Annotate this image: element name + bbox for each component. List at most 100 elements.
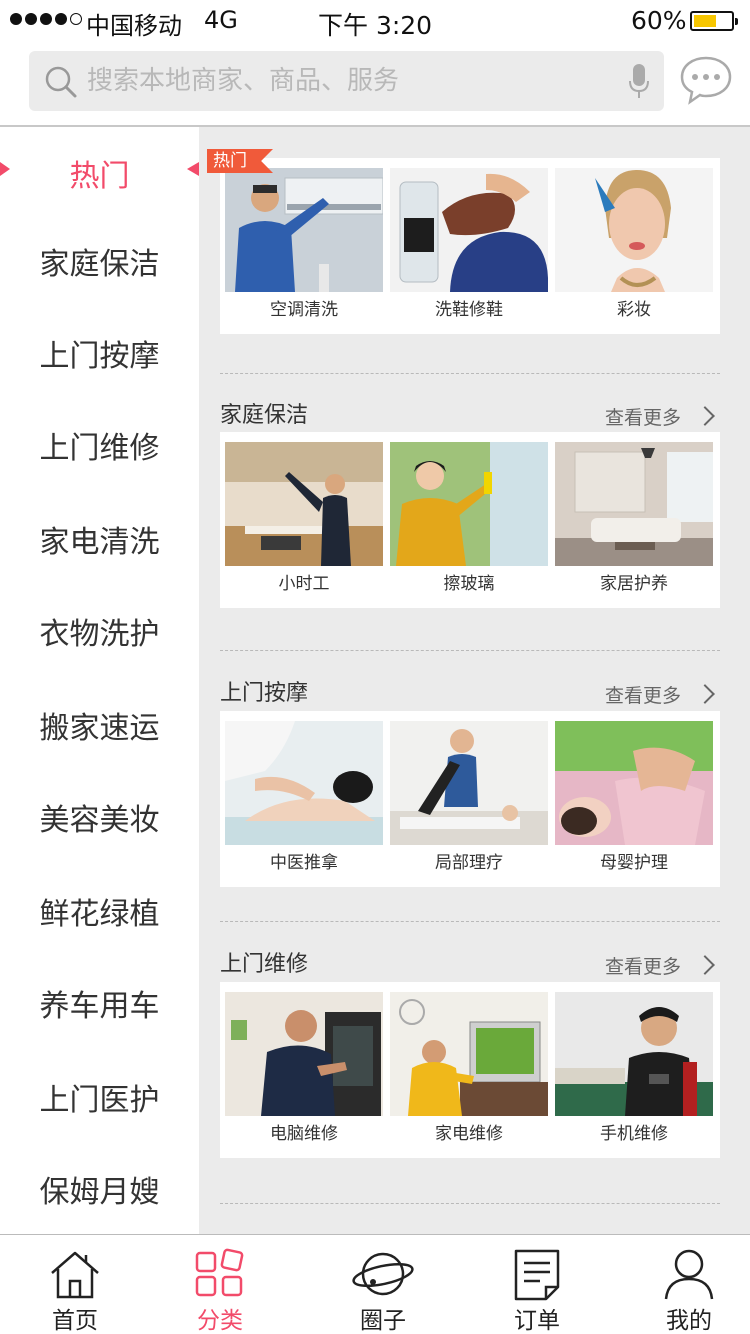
service-image — [555, 442, 713, 566]
sidebar-item-label: 上门医护 — [39, 1083, 160, 1118]
service-label: 彩妆 — [617, 300, 651, 320]
service-tile-hourly[interactable]: 小时工 — [225, 442, 383, 604]
sidebar-item-repair[interactable]: 上门维修 — [0, 399, 199, 491]
cleaning-card: 小时工 擦玻璃 家居护养 — [220, 432, 720, 608]
signal-strength-icon — [10, 13, 82, 25]
service-image — [555, 721, 713, 845]
section-divider — [220, 373, 720, 374]
service-label: 家电维修 — [435, 1124, 503, 1144]
sidebar-item-medical[interactable]: 上门医护 — [0, 1051, 199, 1143]
repair-card: 电脑维修 家电维修 手机维修 — [220, 982, 720, 1158]
search-box[interactable] — [29, 51, 664, 111]
sidebar-item-flowers[interactable]: 鲜花绿植 — [0, 865, 199, 957]
tab-label: 首页 — [52, 1308, 98, 1334]
service-tile-appliance-repair[interactable]: 家电维修 — [390, 992, 548, 1154]
planet-icon — [352, 1252, 414, 1296]
tab-orders[interactable]: 订单 — [462, 1235, 612, 1334]
section-title-cleaning: 家庭保洁 — [220, 403, 309, 428]
category-content: 空调清洗 洗鞋修鞋 彩妆 热门 家庭保洁 查看更多 小时工 擦玻璃 家居护养 上… — [199, 127, 750, 1234]
service-label: 空调清洗 — [270, 300, 338, 320]
sidebar-item-label: 搬家速运 — [39, 711, 160, 746]
sidebar-item-label: 热门 — [69, 159, 130, 194]
service-image — [555, 168, 713, 292]
hot-card: 空调清洗 洗鞋修鞋 彩妆 — [220, 158, 720, 334]
service-label: 手机维修 — [600, 1124, 668, 1144]
tab-home[interactable]: 首页 — [0, 1235, 150, 1334]
tab-circle[interactable]: 圈子 — [308, 1235, 458, 1334]
service-label: 局部理疗 — [435, 853, 503, 873]
service-label: 中医推拿 — [270, 853, 338, 873]
service-image — [390, 168, 548, 292]
tab-label: 圈子 — [360, 1308, 406, 1334]
service-image — [225, 168, 383, 292]
chat-bubble-icon[interactable] — [680, 54, 732, 106]
section-title-repair: 上门维修 — [220, 952, 309, 977]
sidebar-item-label: 衣物洗护 — [39, 617, 160, 652]
massage-card: 中医推拿 局部理疗 母婴护理 — [220, 711, 720, 887]
service-label: 小时工 — [278, 574, 330, 594]
category-sidebar: 热门 家庭保洁 上门按摩 上门维修 家电清洗 衣物洗护 搬家速运 美容美妆 鲜花… — [0, 127, 199, 1234]
service-tile-tcm-massage[interactable]: 中医推拿 — [225, 721, 383, 883]
selected-indicator-right — [187, 162, 199, 176]
service-image — [225, 442, 383, 566]
microphone-icon[interactable] — [628, 63, 650, 99]
section-title-massage: 上门按摩 — [220, 681, 309, 706]
service-tile-home-care[interactable]: 家居护养 — [555, 442, 713, 604]
sidebar-item-label: 上门按摩 — [39, 339, 160, 374]
sidebar-item-massage[interactable]: 上门按摩 — [0, 307, 199, 399]
service-tile-makeup[interactable]: 彩妆 — [555, 168, 713, 330]
status-bar: 中国移动 4G 下午 3:20 60% — [0, 0, 750, 40]
sidebar-item-label: 养车用车 — [39, 989, 160, 1024]
sidebar-item-cleaning[interactable]: 家庭保洁 — [0, 215, 199, 307]
chevron-right-icon[interactable] — [695, 955, 715, 975]
service-label: 洗鞋修鞋 — [435, 300, 503, 320]
service-image — [390, 992, 548, 1116]
sidebar-item-hot[interactable]: 热门 — [0, 127, 199, 219]
section-divider — [220, 1203, 720, 1204]
tab-mine[interactable]: 我的 — [614, 1235, 750, 1334]
sidebar-item-laundry[interactable]: 衣物洗护 — [0, 585, 199, 677]
service-image — [225, 721, 383, 845]
clock: 下午 3:20 — [318, 11, 433, 40]
service-label: 电脑维修 — [270, 1124, 338, 1144]
section-divider — [220, 650, 720, 651]
service-tile-mother-baby[interactable]: 母婴护理 — [555, 721, 713, 883]
service-tile-physiotherapy[interactable]: 局部理疗 — [390, 721, 548, 883]
service-image — [390, 442, 548, 566]
chevron-right-icon[interactable] — [695, 406, 715, 426]
bottom-tab-bar: 首页 分类 圈子 订单 我的 — [0, 1234, 750, 1334]
sidebar-item-label: 美容美妆 — [39, 803, 160, 838]
sidebar-item-beauty[interactable]: 美容美妆 — [0, 771, 199, 863]
carrier-name: 中国移动 — [86, 12, 182, 40]
sidebar-item-label: 上门维修 — [39, 431, 160, 466]
service-tile-window-cleaning[interactable]: 擦玻璃 — [390, 442, 548, 604]
sidebar-item-car[interactable]: 养车用车 — [0, 957, 199, 1049]
service-tile-phone-repair[interactable]: 手机维修 — [555, 992, 713, 1154]
see-more-massage[interactable]: 查看更多 — [605, 681, 681, 708]
battery-icon — [690, 11, 738, 31]
service-tile-shoe-washing[interactable]: 洗鞋修鞋 — [390, 168, 548, 330]
sidebar-item-label: 鲜花绿植 — [39, 897, 160, 932]
see-more-cleaning[interactable]: 查看更多 — [605, 403, 681, 430]
see-more-repair[interactable]: 查看更多 — [605, 952, 681, 979]
service-label: 擦玻璃 — [443, 574, 495, 594]
search-header — [0, 40, 750, 127]
sidebar-item-label: 家电清洗 — [39, 525, 160, 560]
chevron-right-icon[interactable] — [695, 684, 715, 704]
sidebar-item-moving[interactable]: 搬家速运 — [0, 679, 199, 771]
sidebar-item-label: 保姆月嫂 — [39, 1175, 160, 1210]
service-tile-ac-cleaning[interactable]: 空调清洗 — [225, 168, 383, 330]
tab-label: 订单 — [514, 1308, 560, 1334]
search-icon — [45, 66, 77, 98]
battery-percent: 60% — [631, 6, 687, 35]
service-tile-computer-repair[interactable]: 电脑维修 — [225, 992, 383, 1154]
sidebar-item-label: 家庭保洁 — [39, 247, 160, 282]
tab-label: 我的 — [666, 1308, 712, 1334]
sidebar-item-appliance-cleaning[interactable]: 家电清洗 — [0, 493, 199, 585]
service-image — [390, 721, 548, 845]
service-image — [225, 992, 383, 1116]
tab-category[interactable]: 分类 — [145, 1235, 295, 1334]
search-input[interactable] — [87, 51, 607, 111]
sidebar-item-nanny[interactable]: 保姆月嫂 — [0, 1143, 199, 1235]
service-label: 母婴护理 — [600, 853, 668, 873]
